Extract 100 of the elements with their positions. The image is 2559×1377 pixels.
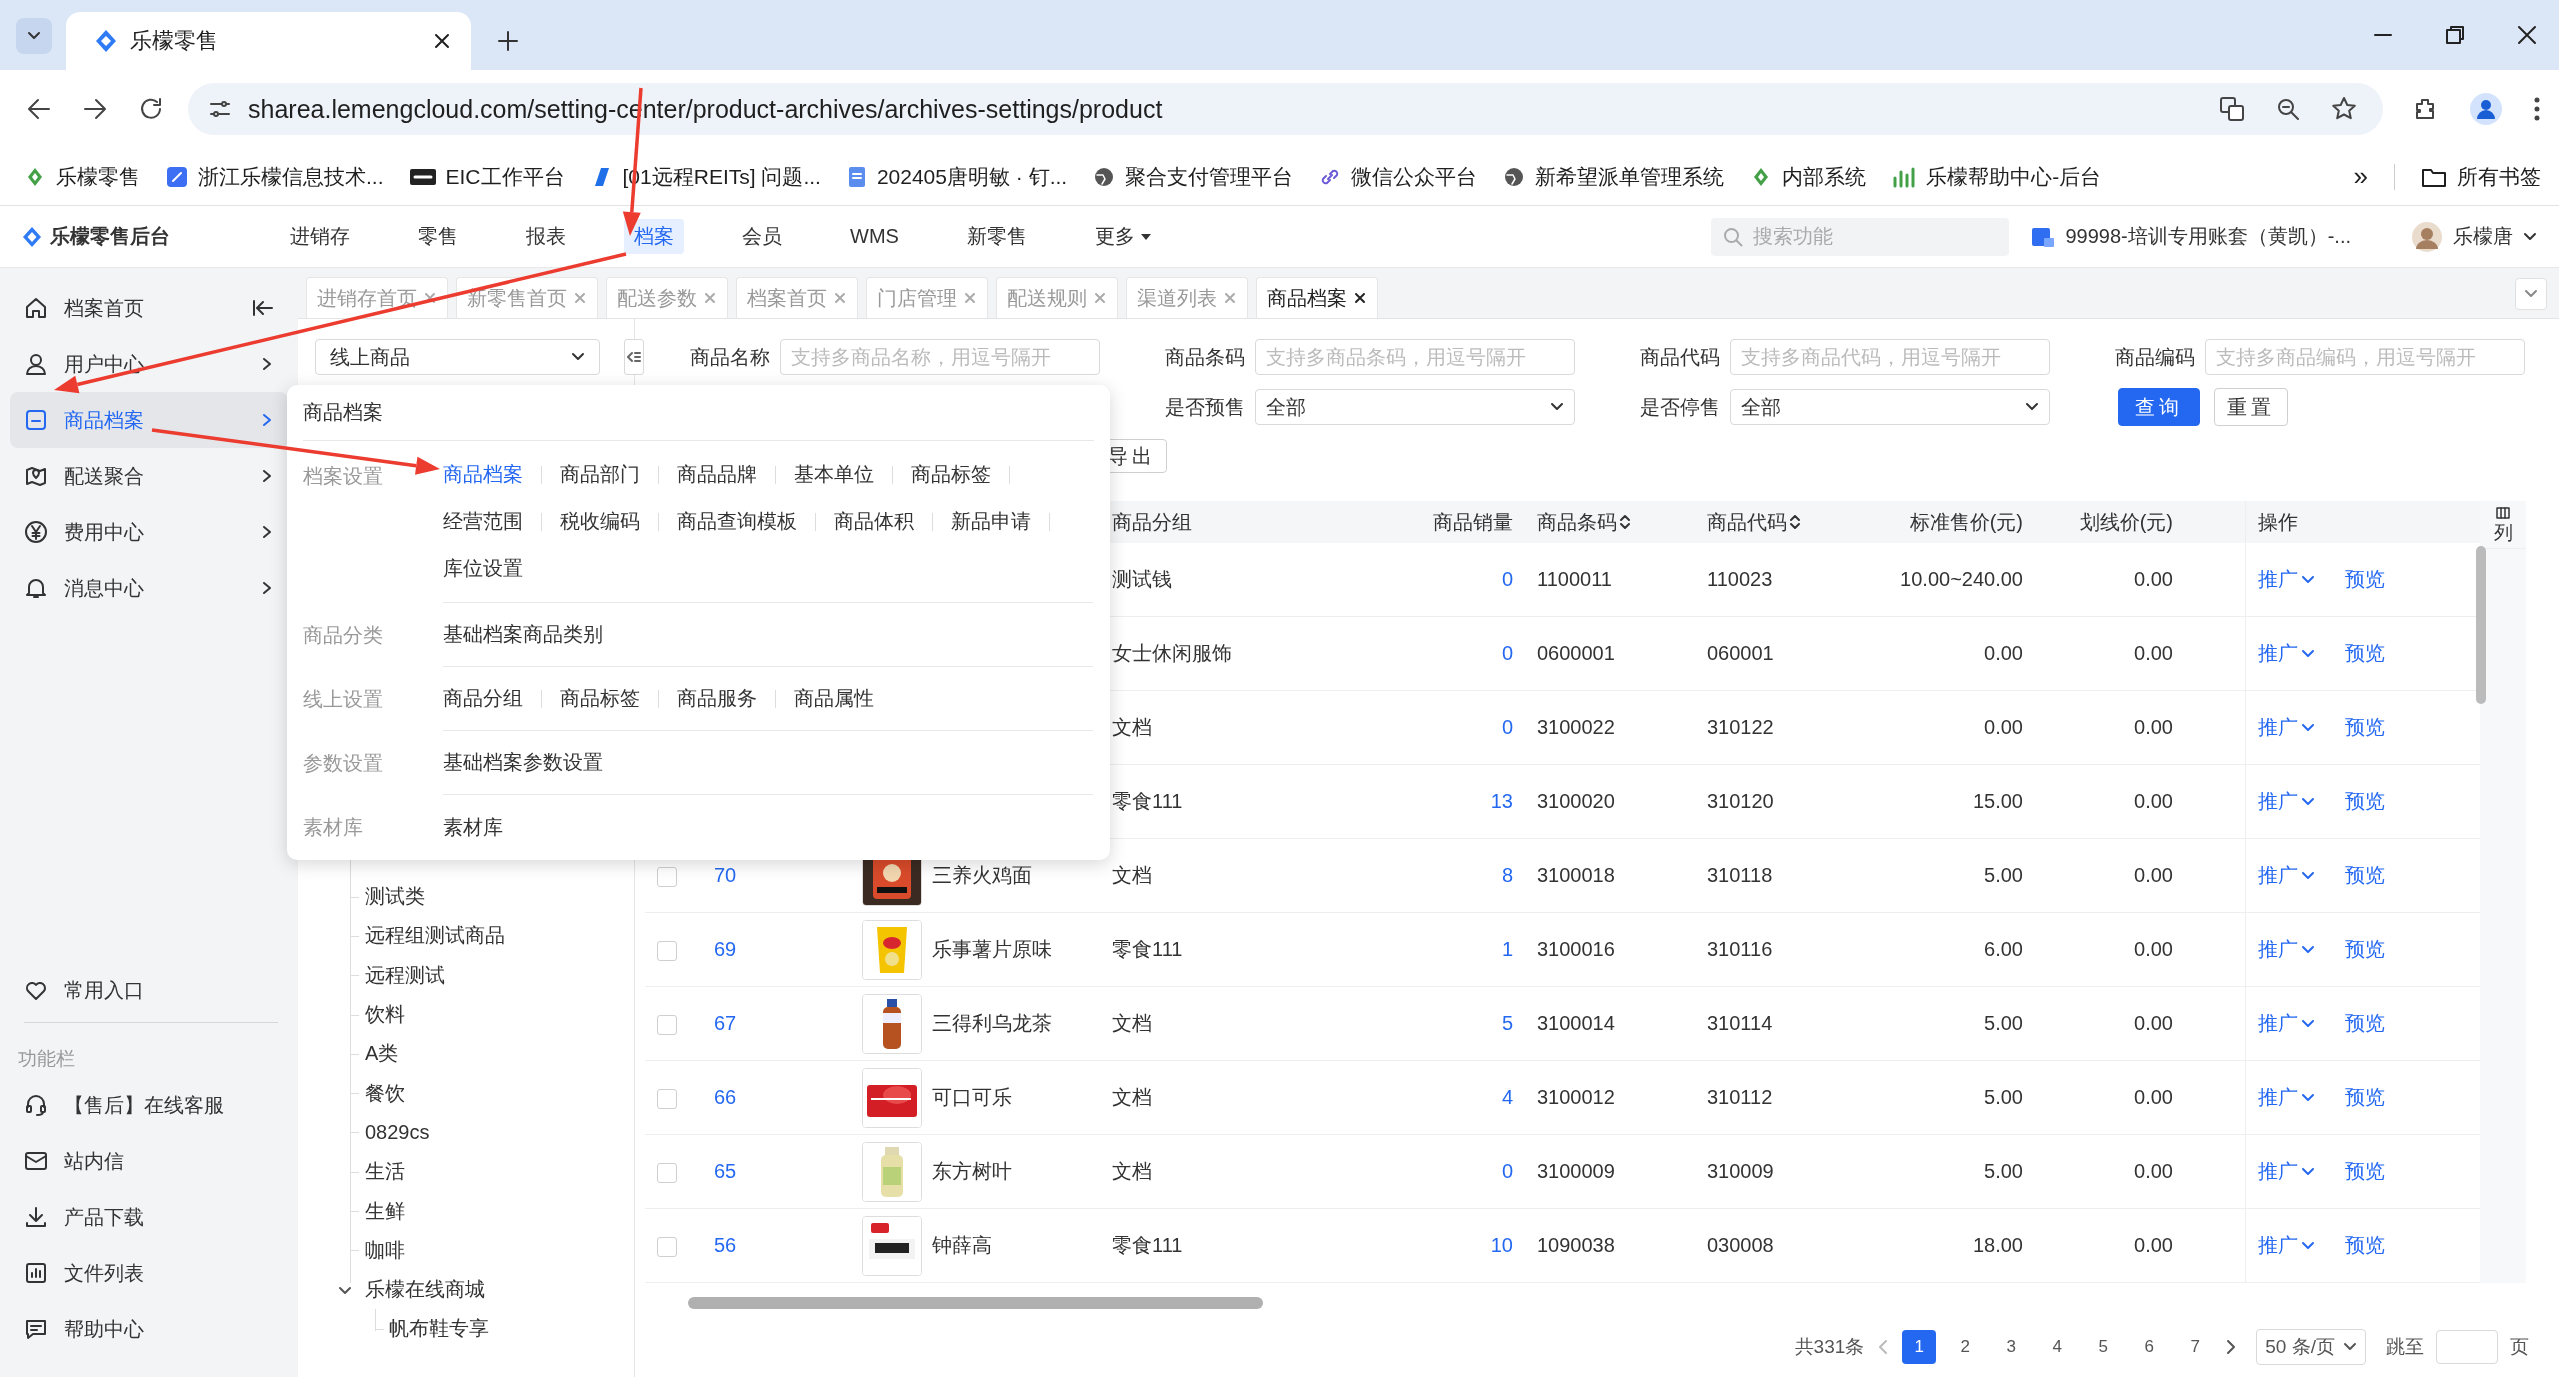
page-input[interactable] [2436, 1330, 2498, 1364]
nav-item[interactable]: 进销存 [280, 219, 360, 254]
bookmark[interactable]: 微信公众平台 [1319, 162, 1478, 191]
menu-link[interactable]: 商品标签 [911, 461, 991, 488]
nav-item[interactable]: 零售 [408, 219, 468, 254]
scrollbar[interactable] [2476, 546, 2486, 704]
page-tab[interactable]: 商品档案 [1256, 277, 1378, 318]
menu-link[interactable]: 基础档案参数设置 [443, 749, 603, 776]
new-tab-icon[interactable] [497, 30, 519, 52]
search-button[interactable]: 查询 [2118, 388, 2200, 426]
promote-dropdown[interactable]: 推广 [2257, 788, 2315, 815]
promote-dropdown[interactable]: 推广 [2257, 640, 2315, 667]
menu-link[interactable]: 商品查询模板 [677, 508, 797, 535]
menu-link[interactable]: 库位设置 [443, 555, 523, 582]
nav-item[interactable]: 档案 [624, 219, 684, 254]
product-id-link[interactable]: 66 [714, 1086, 737, 1108]
tree-item[interactable]: A类 [365, 1040, 399, 1068]
browser-tab[interactable]: 乐檬零售 [66, 12, 471, 70]
sales-link[interactable]: 0 [1501, 642, 1513, 664]
sales-link[interactable]: 13 [1490, 790, 1513, 812]
sales-link[interactable]: 0 [1501, 568, 1513, 590]
nav-item[interactable]: 会员 [732, 219, 792, 254]
tab-list-button[interactable] [16, 18, 52, 54]
checkbox[interactable] [657, 866, 677, 887]
bookmark[interactable]: 聚合支付管理平台 [1093, 162, 1294, 191]
tree-item[interactable]: 测试类 [365, 883, 425, 911]
menu-link[interactable]: 商品标签 [560, 685, 640, 712]
translate-icon[interactable] [2219, 96, 2245, 122]
sidebar-item[interactable]: 产品下载 [10, 1189, 288, 1245]
bookmark[interactable]: 内部系统 [1750, 162, 1867, 191]
checkbox[interactable] [657, 1236, 677, 1257]
tree-item[interactable]: 0829cs [365, 1120, 430, 1144]
page-button[interactable]: 2 [1948, 1330, 1983, 1364]
promote-dropdown[interactable]: 推广 [2257, 566, 2315, 593]
bookmark[interactable]: 浙江乐檬信息技术... [166, 162, 384, 191]
menu-link[interactable]: 商品服务 [677, 685, 757, 712]
sidebar-item[interactable]: 档案首页 [10, 280, 288, 336]
promote-dropdown[interactable]: 推广 [2257, 862, 2315, 889]
sales-link[interactable]: 0 [1501, 716, 1513, 738]
zoom-icon[interactable] [2275, 96, 2301, 122]
back-icon[interactable] [26, 96, 52, 122]
page-button[interactable]: 4 [2040, 1330, 2075, 1364]
sales-link[interactable]: 5 [1501, 1012, 1513, 1034]
collapse-icon[interactable] [252, 298, 274, 318]
sidebar-item[interactable]: 文件列表 [10, 1245, 288, 1301]
scrollbar[interactable] [688, 1297, 1263, 1309]
preview-link[interactable]: 预览 [2344, 862, 2385, 889]
close-icon[interactable] [2517, 25, 2537, 45]
menu-link[interactable]: 经营范围 [443, 508, 523, 535]
reset-button[interactable]: 重置 [2214, 388, 2288, 426]
tree-item[interactable]: 生活 [365, 1158, 405, 1186]
sidebar-item[interactable]: 消息中心 [10, 560, 288, 616]
nav-item[interactable]: WMS [840, 219, 909, 254]
menu-link[interactable]: 基本单位 [794, 461, 874, 488]
preview-link[interactable]: 预览 [2344, 566, 2385, 593]
caret-icon[interactable] [338, 1286, 354, 1297]
sales-link[interactable]: 10 [1490, 1234, 1513, 1256]
product-id-link[interactable]: 70 [714, 864, 737, 886]
tree-item[interactable]: 餐饮 [365, 1079, 405, 1107]
account-name[interactable]: 99998-培训专用账套（黄凯）-... [2065, 223, 2351, 250]
menu-link[interactable]: 税收编码 [560, 508, 640, 535]
user-menu[interactable]: 乐檬唐 [2411, 220, 2537, 253]
menu-link[interactable]: 商品档案 [443, 461, 523, 488]
sidebar-item[interactable]: 配送聚合 [10, 448, 288, 504]
select-field[interactable]: 线上商品 [315, 339, 600, 375]
more-icon[interactable] [2533, 96, 2541, 122]
promote-dropdown[interactable]: 推广 [2257, 936, 2315, 963]
tree-item[interactable]: 饮料 [365, 1001, 405, 1029]
tree-item[interactable]: 生鲜 [365, 1197, 405, 1225]
sidebar-item[interactable]: 费用中心 [10, 504, 288, 560]
select-field[interactable]: 全部 [1730, 389, 2050, 425]
star-icon[interactable] [2331, 96, 2357, 122]
checkbox[interactable] [657, 1088, 677, 1109]
sidebar-item[interactable]: 【售后】在线客服 [10, 1077, 288, 1133]
promote-dropdown[interactable]: 推广 [2257, 1232, 2315, 1259]
nav-item[interactable]: 更多 [1084, 219, 1161, 254]
tree-item[interactable]: 咖啡 [365, 1236, 405, 1264]
preview-link[interactable]: 预览 [2344, 1010, 2385, 1037]
close-icon[interactable] [433, 32, 451, 50]
page-size-select[interactable]: 50 条/页 [2256, 1329, 2366, 1365]
sidebar-item[interactable]: 商品档案 [10, 392, 288, 448]
sidebar-item[interactable]: 帮助中心 [10, 1301, 288, 1357]
page-button[interactable]: 3 [1994, 1330, 2029, 1364]
preview-link[interactable]: 预览 [2344, 1232, 2385, 1259]
page-button[interactable]: 1 [1902, 1330, 1937, 1364]
menu-link[interactable]: 基础档案商品类别 [443, 621, 603, 648]
menu-link[interactable]: 商品分组 [443, 685, 523, 712]
reload-icon[interactable] [138, 96, 164, 122]
sales-link[interactable]: 0 [1501, 1160, 1513, 1182]
column-header[interactable]: 操作 [2257, 508, 2298, 536]
menu-link[interactable]: 新品申请 [951, 508, 1031, 535]
favorites-item[interactable]: 常用入口 [10, 962, 288, 1018]
bookmark[interactable]: 乐檬零售 [24, 162, 140, 191]
promote-dropdown[interactable]: 推广 [2257, 1010, 2315, 1037]
checkbox[interactable] [657, 940, 677, 961]
checkbox[interactable] [657, 1162, 677, 1183]
product-id-link[interactable]: 67 [714, 1012, 737, 1034]
page-button[interactable]: 6 [2132, 1330, 2167, 1364]
bookmark[interactable]: 202405唐明敏 · 钉... [846, 162, 1068, 191]
sales-link[interactable]: 8 [1501, 864, 1513, 886]
